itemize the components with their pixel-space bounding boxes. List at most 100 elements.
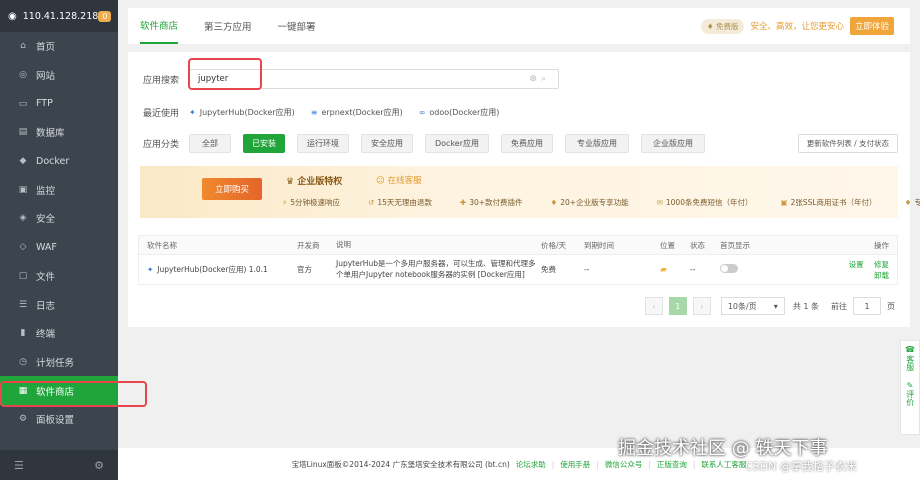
server-header: ◉ 110.41.128.218 0 bbox=[0, 0, 118, 32]
sidebar-menu: ⌂ 首页 ◎ 网站 ▭ FTP ▤ 数据库 ◆ Docker ▣ 监控 ◈ 安全 ◇ WAF ▢ 文件 ☰ 日志 ▮ 终端… bbox=[0, 32, 118, 434]
category-button-5[interactable]: 免费应用 bbox=[501, 134, 554, 153]
feature-item: ✚ 30+款付费插件 bbox=[459, 198, 523, 207]
sidebar-item-label: WAF bbox=[36, 241, 57, 253]
th-location: 位置 bbox=[660, 240, 675, 250]
category-button-0[interactable]: 全部 bbox=[189, 134, 232, 153]
footer-link-support[interactable]: 联系人工客服 bbox=[701, 459, 746, 470]
enterprise-title: ♛ 企业版特权 bbox=[286, 177, 343, 187]
docker-icon: ◆ bbox=[19, 156, 27, 167]
feature-item: ▣ 2张SSL商用证书（年付） bbox=[780, 198, 877, 207]
chevron-down-icon: ▾ bbox=[773, 301, 778, 311]
category-button-1[interactable]: 已安装 bbox=[243, 134, 286, 153]
watermark-csdn: CSDN @掌我格子衣米 bbox=[745, 460, 857, 473]
goto-page-input[interactable]: 1 bbox=[853, 297, 881, 315]
tab-software-store[interactable]: 软件商店 bbox=[140, 8, 179, 44]
recent-item-odoo[interactable]: ∞ odoo(Docker应用) bbox=[419, 107, 500, 118]
database-icon: ▤ bbox=[18, 127, 28, 138]
sidebar-item-9[interactable]: ☰ 日志 bbox=[0, 290, 118, 319]
settings-link[interactable]: 设置 bbox=[849, 260, 864, 269]
recent-row: 最近使用 ✦ JupyterHub(Docker应用) ≡ erpnext(Dock… bbox=[143, 106, 515, 119]
buy-now-button[interactable]: 立即购买 bbox=[202, 178, 262, 200]
page-size-select[interactable]: 10条/页 ▾ bbox=[720, 297, 785, 315]
footer-link-wechat[interactable]: 微信公众号 bbox=[605, 459, 643, 470]
sidebar-item-5[interactable]: ▣ 监控 bbox=[0, 175, 118, 204]
homepage-toggle[interactable] bbox=[720, 264, 738, 273]
customer-service-button[interactable]: ☎ 客服 bbox=[905, 345, 915, 371]
feature-item: ⚡ 5分钟极速响应 bbox=[282, 198, 341, 207]
feature-icon: ✉ bbox=[656, 198, 663, 207]
footer-link-manual[interactable]: 使用手册 bbox=[560, 459, 590, 470]
category-button-6[interactable]: 专业版应用 bbox=[565, 134, 630, 153]
shield-icon: ◈ bbox=[19, 213, 27, 224]
update-list-button[interactable]: 更新软件列表 / 支付状态 bbox=[797, 134, 898, 153]
th-price: 价格/天 bbox=[541, 240, 567, 250]
sidebar-item-0[interactable]: ⌂ 首页 bbox=[0, 32, 118, 61]
clear-icon[interactable]: ⊗ bbox=[529, 74, 541, 84]
sidebar-item-10[interactable]: ▮ 终端 bbox=[0, 319, 118, 348]
folder-icon: ▢ bbox=[18, 270, 28, 281]
settings-gear-icon[interactable]: ⚙ bbox=[94, 459, 104, 472]
page-1-button[interactable]: 1 bbox=[668, 297, 687, 315]
edition-badge: ♦ 免费版 bbox=[700, 18, 745, 34]
search-icon[interactable]: ⌕ bbox=[541, 74, 550, 84]
category-button-3[interactable]: 安全应用 bbox=[361, 134, 414, 153]
online-service-link[interactable]: ☺ 在线客服 bbox=[376, 174, 422, 186]
feedback-button[interactable]: ✎ 评价 bbox=[905, 381, 915, 407]
sidebar-item-6[interactable]: ◈ 安全 bbox=[0, 204, 118, 233]
phone-icon: ☎ bbox=[905, 345, 915, 354]
cell-desc: JupyterHub是一个多用户服务器，可以生成、管理和代理多个单用户Jupyt… bbox=[336, 259, 536, 279]
category-button-4[interactable]: Docker应用 bbox=[425, 134, 490, 153]
jupyter-icon: ✦ bbox=[147, 265, 154, 274]
erpnext-icon: ≡ bbox=[310, 108, 318, 117]
collapse-icon[interactable]: ☰ bbox=[14, 459, 24, 472]
category-button-7[interactable]: 企业版应用 bbox=[641, 134, 706, 153]
sidebar-item-13[interactable]: ⚙ 面板设置 bbox=[0, 405, 118, 434]
settings-icon: ⚙ bbox=[18, 414, 28, 425]
feature-item: ✉ 1000条免费短信（年付） bbox=[656, 198, 753, 207]
table-header: 软件名称 开发商 说明 价格/天 到期时间 位置 状态 首页显示 操作 bbox=[139, 236, 897, 255]
top-tab-bar: 软件商店 第三方应用 一键部署 ♦ 免费版 安全、高效，让您更安心 立即体验 bbox=[128, 8, 910, 44]
tab-one-click-deploy[interactable]: 一键部署 bbox=[278, 8, 316, 44]
footer-link-genuine[interactable]: 正版查询 bbox=[657, 459, 687, 470]
sidebar-item-1[interactable]: ◎ 网站 bbox=[0, 61, 118, 90]
uninstall-link[interactable]: 卸载 bbox=[874, 271, 889, 280]
th-homepage: 首页显示 bbox=[720, 240, 750, 250]
sidebar-item-8[interactable]: ▢ 文件 bbox=[0, 262, 118, 291]
search-highlight-box bbox=[188, 58, 262, 90]
odoo-icon: ∞ bbox=[418, 108, 426, 117]
chat-icon: ☺ bbox=[376, 176, 385, 186]
cell-vendor: 官方 bbox=[297, 265, 312, 274]
sidebar-item-label: 网站 bbox=[36, 71, 56, 83]
watermark: 掘金技术社区 @ 轶天下事 bbox=[618, 438, 828, 459]
recent-item-jupyterhub[interactable]: ✦ JupyterHub(Docker应用) bbox=[189, 107, 295, 118]
try-now-button[interactable]: 立即体验 bbox=[849, 17, 894, 35]
feature-item: ♦专享企业服务 bbox=[904, 198, 920, 207]
sidebar-item-7[interactable]: ◇ WAF bbox=[0, 233, 118, 262]
sidebar-item-4[interactable]: ◆ Docker bbox=[0, 147, 118, 176]
tab-third-party[interactable]: 第三方应用 bbox=[204, 8, 252, 44]
repair-link[interactable]: 修复 bbox=[874, 260, 889, 269]
folder-icon[interactable]: ▰ bbox=[660, 265, 667, 275]
ftp-icon: ▭ bbox=[18, 98, 28, 109]
sidebar-item-label: 安全 bbox=[36, 214, 56, 226]
sidebar-item-label: 首页 bbox=[36, 42, 56, 54]
sidebar-item-11[interactable]: ◷ 计划任务 bbox=[0, 348, 118, 377]
main-panel: 应用搜索 jupyter ⊗⌕ 最近使用 ✦ JupyterHub(Docker应… bbox=[128, 52, 920, 327]
message-badge[interactable]: 0 bbox=[98, 10, 112, 22]
sidebar-item-2[interactable]: ▭ FTP bbox=[0, 89, 118, 118]
recent-item-erpnext[interactable]: ≡ erpnext(Docker应用) bbox=[311, 107, 403, 118]
category-button-2[interactable]: 运行环境 bbox=[297, 134, 350, 153]
globe-icon: ◎ bbox=[19, 70, 27, 81]
sidebar-item-label: Docker bbox=[36, 155, 70, 167]
th-status: 状态 bbox=[690, 240, 705, 250]
sidebar-item-3[interactable]: ▤ 数据库 bbox=[0, 118, 118, 147]
footer-link-forum[interactable]: 论坛求助 bbox=[516, 459, 546, 470]
sidebar-item-label: 日志 bbox=[36, 300, 56, 312]
prev-page-button[interactable]: ‹ bbox=[644, 297, 663, 315]
th-desc: 说明 bbox=[336, 239, 351, 249]
sidebar-item-label: 监控 bbox=[36, 185, 56, 197]
enterprise-banner: 立即购买 ♛ 企业版特权 ☺ 在线客服 ⚡ 5分钟极速响应 ↺ 15天无理由退款 ✚ 30… bbox=[140, 166, 920, 218]
feature-icon: ↺ bbox=[368, 198, 375, 207]
next-page-button[interactable]: › bbox=[692, 297, 711, 315]
page-unit: 页 bbox=[887, 301, 895, 311]
